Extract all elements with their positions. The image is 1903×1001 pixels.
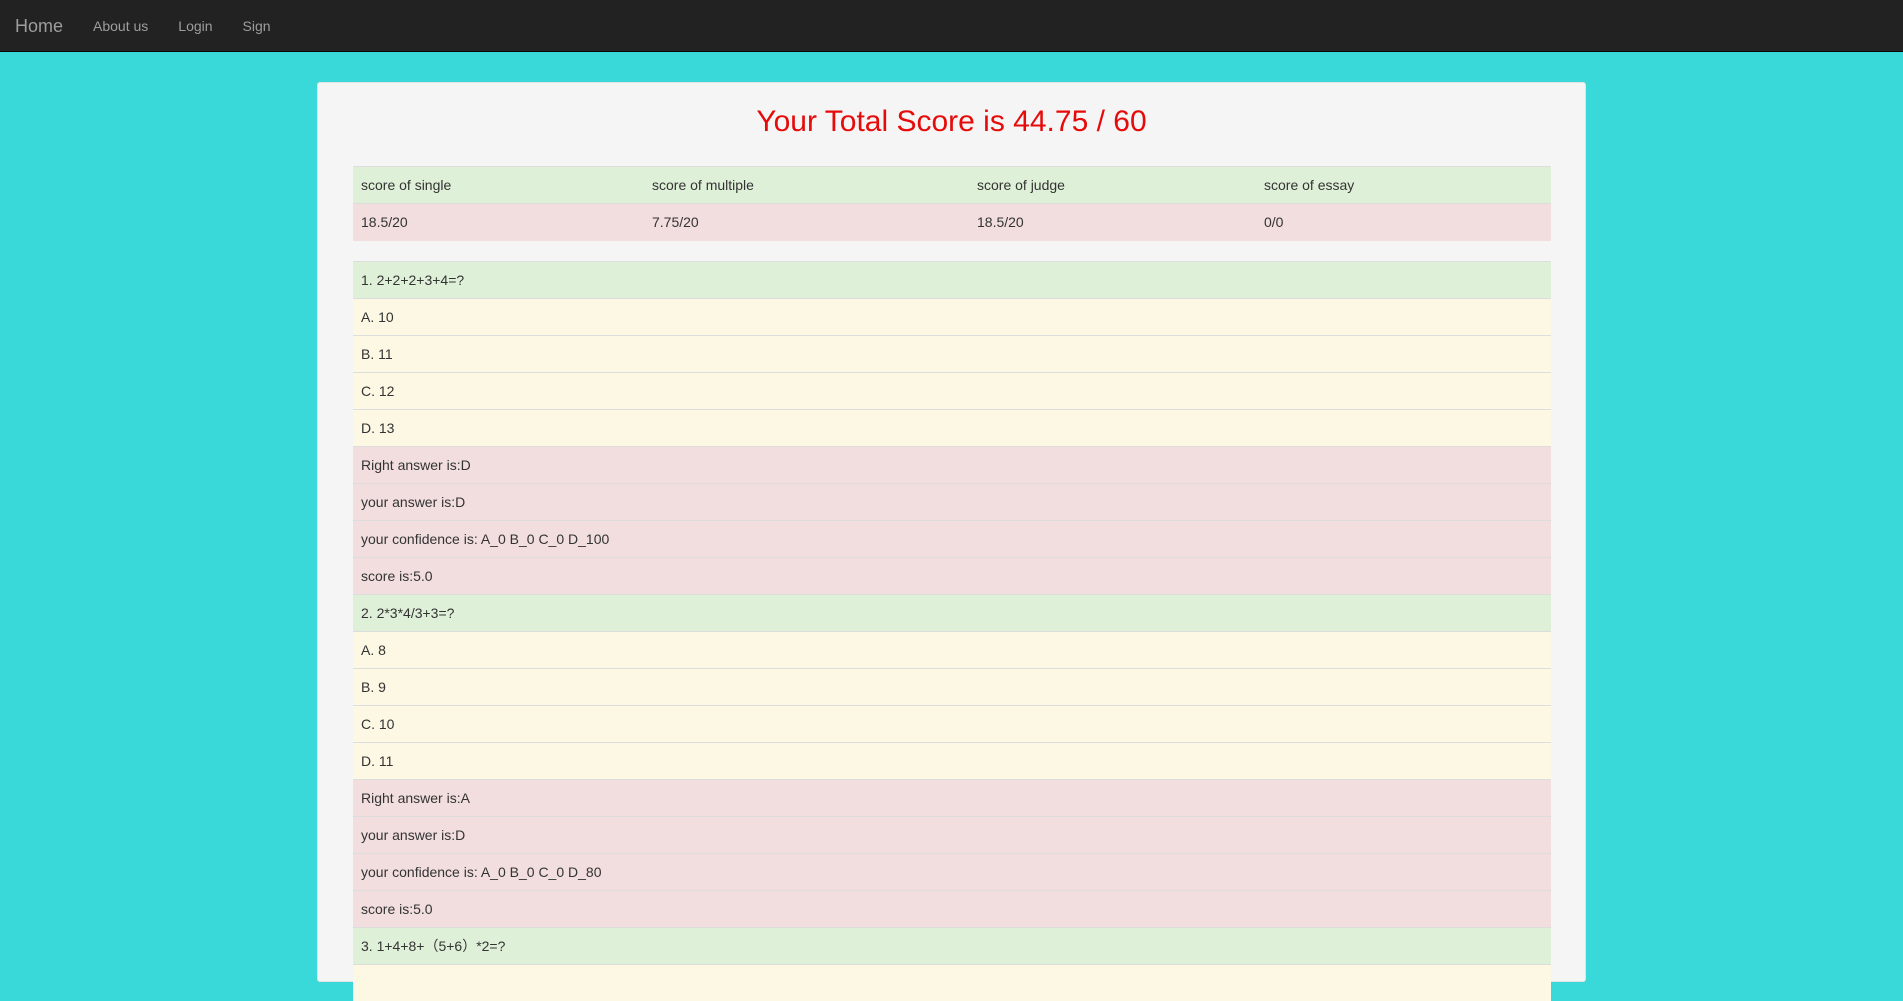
- option-row: D. 13: [353, 409, 1551, 446]
- summary-value-single: 18.5/20: [353, 204, 644, 241]
- question-score-row: score is:5.0: [353, 890, 1551, 927]
- summary-value-multiple: 7.75/20: [644, 204, 969, 241]
- option-text: B. 11: [353, 335, 1551, 372]
- question-score-text: score is:5.0: [353, 890, 1551, 927]
- question-score-row: score is:5.0: [353, 557, 1551, 594]
- your-answer-text: your answer is:D: [353, 816, 1551, 853]
- option-row: D. 11: [353, 742, 1551, 779]
- summary-header-row: score of single score of multiple score …: [353, 167, 1551, 204]
- score-summary-table: score of single score of multiple score …: [353, 166, 1551, 241]
- summary-header-single: score of single: [353, 167, 644, 204]
- right-answer-row: Right answer is:A: [353, 779, 1551, 816]
- question-row: 3. 1+4+8+（5+6）*2=?: [353, 927, 1551, 964]
- option-text: B. 9: [353, 668, 1551, 705]
- option-row: C. 12: [353, 372, 1551, 409]
- option-text: A. 10: [353, 298, 1551, 335]
- nav-about-link[interactable]: About us: [78, 0, 163, 52]
- nav-home-link[interactable]: Home: [0, 0, 78, 52]
- top-navbar: Home About us Login Sign: [0, 0, 1903, 52]
- option-row: [353, 964, 1551, 1001]
- nav-sign-link[interactable]: Sign: [228, 0, 286, 52]
- your-answer-row: your answer is:D: [353, 816, 1551, 853]
- option-text: C. 10: [353, 705, 1551, 742]
- option-row: C. 10: [353, 705, 1551, 742]
- nav-login-link[interactable]: Login: [163, 0, 227, 52]
- summary-value-essay: 0/0: [1256, 204, 1551, 241]
- question-row: 1. 2+2+2+3+4=?: [353, 261, 1551, 298]
- option-row: A. 10: [353, 298, 1551, 335]
- question-text: 2. 2*3*4/3+3=?: [353, 594, 1551, 631]
- option-text: D. 13: [353, 409, 1551, 446]
- question-text: 3. 1+4+8+（5+6）*2=?: [353, 927, 1551, 964]
- results-panel: Your Total Score is 44.75 / 60 score of …: [317, 82, 1586, 982]
- confidence-text: your confidence is: A_0 B_0 C_0 D_100: [353, 520, 1551, 557]
- option-text: D. 11: [353, 742, 1551, 779]
- summary-values-row: 18.5/20 7.75/20 18.5/20 0/0: [353, 204, 1551, 241]
- option-row: B. 9: [353, 668, 1551, 705]
- option-text: C. 12: [353, 372, 1551, 409]
- question-score-text: score is:5.0: [353, 557, 1551, 594]
- summary-header-judge: score of judge: [969, 167, 1256, 204]
- total-score-title: Your Total Score is 44.75 / 60: [318, 101, 1585, 143]
- right-answer-row: Right answer is:D: [353, 446, 1551, 483]
- question-row: 2. 2*3*4/3+3=?: [353, 594, 1551, 631]
- confidence-row: your confidence is: A_0 B_0 C_0 D_100: [353, 520, 1551, 557]
- summary-value-judge: 18.5/20: [969, 204, 1256, 241]
- option-text: [353, 964, 1551, 1001]
- option-row: A. 8: [353, 631, 1551, 668]
- your-answer-text: your answer is:D: [353, 483, 1551, 520]
- confidence-row: your confidence is: A_0 B_0 C_0 D_80: [353, 853, 1551, 890]
- summary-header-essay: score of essay: [1256, 167, 1551, 204]
- option-text: A. 8: [353, 631, 1551, 668]
- questions-table: 1. 2+2+2+3+4=? A. 10 B. 11 C. 12 D. 13 R…: [353, 261, 1551, 1001]
- right-answer-text: Right answer is:D: [353, 446, 1551, 483]
- confidence-text: your confidence is: A_0 B_0 C_0 D_80: [353, 853, 1551, 890]
- option-row: B. 11: [353, 335, 1551, 372]
- question-text: 1. 2+2+2+3+4=?: [353, 261, 1551, 298]
- your-answer-row: your answer is:D: [353, 483, 1551, 520]
- right-answer-text: Right answer is:A: [353, 779, 1551, 816]
- summary-header-multiple: score of multiple: [644, 167, 969, 204]
